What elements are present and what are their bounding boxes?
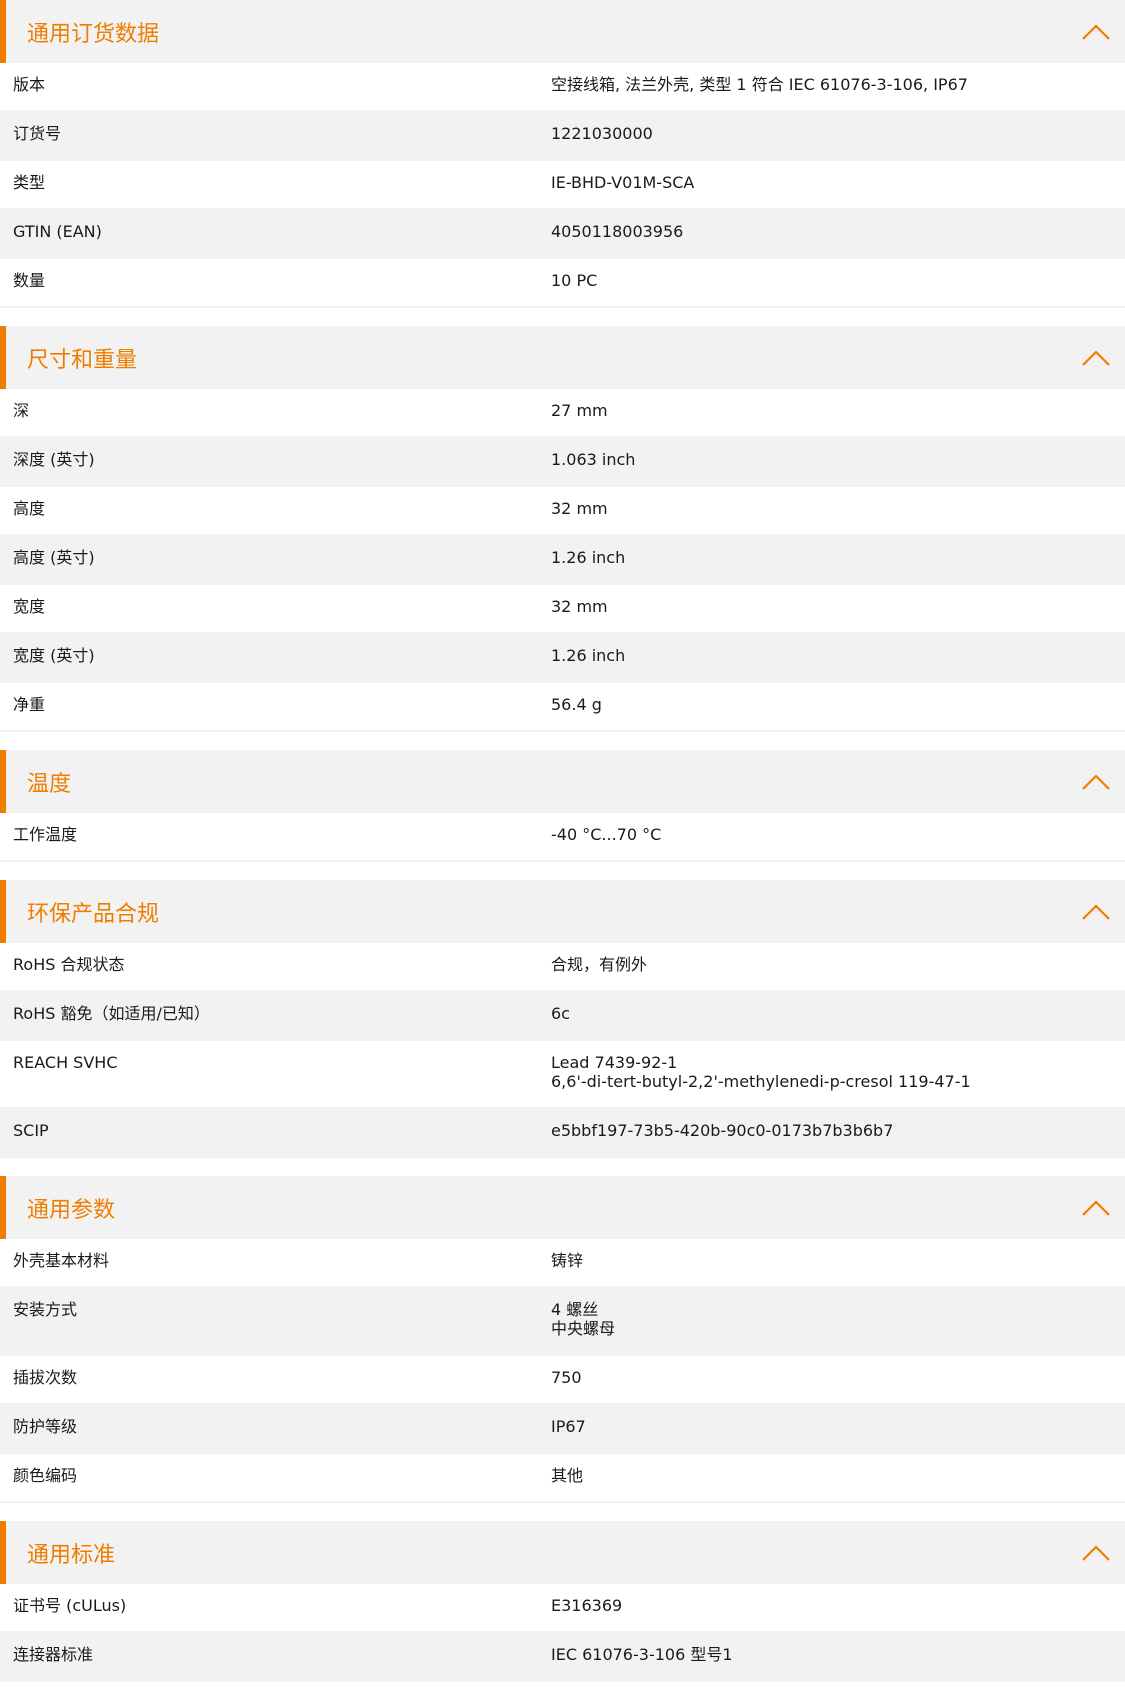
row-label: 深 (13, 401, 30, 420)
section-standards: 通用标准 证书号 (cULus) E316369 连接器标准 IEC 61076-3… (0, 1521, 1125, 1682)
section-header-dimensions-weights[interactable]: 尺寸和重量 (0, 326, 1125, 389)
row-label: 防护等级 (13, 1417, 78, 1436)
table-row: 版本 空接线箱, 法兰外壳, 类型 1 符合 IEC 61076-3-106, I… (0, 63, 1125, 112)
row-value: 6c (551, 1004, 570, 1023)
table-row: 工作温度 -40 °C...70 °C (0, 813, 1125, 862)
row-value: 27 mm (551, 401, 608, 420)
row-label: 安装方式 (13, 1300, 78, 1319)
row-label: 深度 (英寸) (13, 450, 95, 469)
table-row: REACH SVHC Lead 7439-92-1 6,6'-di-tert-bu… (0, 1041, 1125, 1109)
row-label: RoHS 合规状态 (13, 955, 125, 974)
product-data-page: 通用订货数据 版本 空接线箱, 法兰外壳, 类型 1 符合 IEC 61076-3… (0, 0, 1125, 1682)
chevron-up-icon[interactable] (1081, 1199, 1111, 1217)
table-row: 数量 10 PC (0, 259, 1125, 308)
chevron-up-icon[interactable] (1081, 349, 1111, 367)
chevron-up-icon[interactable] (1081, 903, 1111, 921)
section-title: 通用参数 (27, 1197, 116, 1223)
table-row: 深 27 mm (0, 389, 1125, 438)
row-value: 1.063 inch (551, 450, 636, 469)
table-row: 宽度 (英寸) 1.26 inch (0, 634, 1125, 683)
row-value: 4 螺丝 中央螺母 (551, 1300, 616, 1338)
row-label: 宽度 (英寸) (13, 646, 95, 665)
section-ordering-data: 通用订货数据 版本 空接线箱, 法兰外壳, 类型 1 符合 IEC 61076-3… (0, 0, 1125, 308)
section-environmental-compliance: 环保产品合规 RoHS 合规状态 合规，有例外 RoHS 豁免（如适用/已知） 6c… (0, 880, 1125, 1158)
table-row: 连接器标准 IEC 61076-3-106 型号1 (0, 1633, 1125, 1682)
table-row: 证书号 (cULus) E316369 (0, 1584, 1125, 1633)
row-label: 版本 (13, 75, 46, 94)
row-label: 插拔次数 (13, 1368, 78, 1387)
chevron-up-icon[interactable] (1081, 1544, 1111, 1562)
row-label: 工作温度 (13, 825, 78, 844)
row-value: 合规，有例外 (551, 955, 648, 974)
row-label: 颜色编码 (13, 1466, 78, 1485)
row-label: REACH SVHC (13, 1053, 118, 1072)
row-label: SCIP (13, 1121, 49, 1140)
row-label: GTIN (EAN) (13, 222, 102, 241)
row-value: E316369 (551, 1596, 623, 1615)
section-header-temperatures[interactable]: 温度 (0, 750, 1125, 813)
table-row: GTIN (EAN) 4050118003956 (0, 210, 1125, 259)
section-title: 通用标准 (27, 1542, 116, 1568)
row-value: 1.26 inch (551, 646, 626, 665)
section-header-ordering-data[interactable]: 通用订货数据 (0, 0, 1125, 63)
row-value: 32 mm (551, 597, 608, 616)
row-value: 铸锌 (551, 1251, 584, 1270)
row-value: Lead 7439-92-1 6,6'-di-tert-butyl-2,2'-m… (551, 1053, 971, 1091)
row-label: 数量 (13, 271, 46, 290)
row-value: 4050118003956 (551, 222, 684, 241)
chevron-up-icon[interactable] (1081, 773, 1111, 791)
row-value: 10 PC (551, 271, 598, 290)
table-row: 外壳基本材料 铸锌 (0, 1239, 1125, 1288)
section-title: 通用订货数据 (27, 21, 160, 47)
table-row: 高度 (英寸) 1.26 inch (0, 536, 1125, 585)
row-value: IE-BHD-V01M-SCA (551, 173, 695, 192)
table-row: 深度 (英寸) 1.063 inch (0, 438, 1125, 487)
section-general-data: 通用参数 外壳基本材料 铸锌 安装方式 4 螺丝 中央螺母 插拔次数 750 防护等级… (0, 1176, 1125, 1503)
row-label: 高度 (13, 499, 46, 518)
table-row: RoHS 豁免（如适用/已知） 6c (0, 992, 1125, 1041)
row-value: 750 (551, 1368, 582, 1387)
row-value: IEC 61076-3-106 型号1 (551, 1645, 733, 1664)
section-title: 环保产品合规 (27, 901, 160, 927)
row-label: RoHS 豁免（如适用/已知） (13, 1004, 210, 1023)
table-row: 颜色编码 其他 (0, 1454, 1125, 1503)
section-header-general-data[interactable]: 通用参数 (0, 1176, 1125, 1239)
row-label: 宽度 (13, 597, 46, 616)
row-value: 其他 (551, 1466, 584, 1485)
row-value: 56.4 g (551, 695, 602, 714)
table-row: 高度 32 mm (0, 487, 1125, 536)
table-row: 插拔次数 750 (0, 1356, 1125, 1405)
table-row: RoHS 合规状态 合规，有例外 (0, 943, 1125, 992)
row-value: 空接线箱, 法兰外壳, 类型 1 符合 IEC 61076-3-106, IP6… (551, 75, 968, 94)
section-header-standards[interactable]: 通用标准 (0, 1521, 1125, 1584)
section-dimensions-weights: 尺寸和重量 深 27 mm 深度 (英寸) 1.063 inch 高度 32 mm 高… (0, 326, 1125, 732)
table-row: SCIP e5bbf197-73b5-420b-90c0-0173b7b3b6b7 (0, 1109, 1125, 1158)
row-value: 32 mm (551, 499, 608, 518)
section-title: 尺寸和重量 (27, 347, 138, 373)
row-label: 连接器标准 (13, 1645, 94, 1664)
row-label: 高度 (英寸) (13, 548, 95, 567)
row-label: 类型 (13, 173, 46, 192)
table-row: 净重 56.4 g (0, 683, 1125, 732)
row-label: 外壳基本材料 (13, 1251, 110, 1270)
row-label: 证书号 (cULus) (13, 1596, 127, 1615)
row-label: 净重 (13, 695, 46, 714)
row-value: -40 °C...70 °C (551, 825, 662, 844)
row-label: 订货号 (13, 124, 62, 143)
chevron-up-icon[interactable] (1081, 23, 1111, 41)
row-value: 1.26 inch (551, 548, 626, 567)
table-row: 安装方式 4 螺丝 中央螺母 (0, 1288, 1125, 1356)
table-row: 防护等级 IP67 (0, 1405, 1125, 1454)
table-row: 宽度 32 mm (0, 585, 1125, 634)
row-value: 1221030000 (551, 124, 653, 143)
table-row: 订货号 1221030000 (0, 112, 1125, 161)
section-temperatures: 温度 工作温度 -40 °C...70 °C (0, 750, 1125, 862)
row-value: e5bbf197-73b5-420b-90c0-0173b7b3b6b7 (551, 1121, 894, 1140)
table-row: 类型 IE-BHD-V01M-SCA (0, 161, 1125, 210)
section-title: 温度 (27, 771, 72, 797)
section-header-environmental-compliance[interactable]: 环保产品合规 (0, 880, 1125, 943)
row-value: IP67 (551, 1417, 586, 1436)
